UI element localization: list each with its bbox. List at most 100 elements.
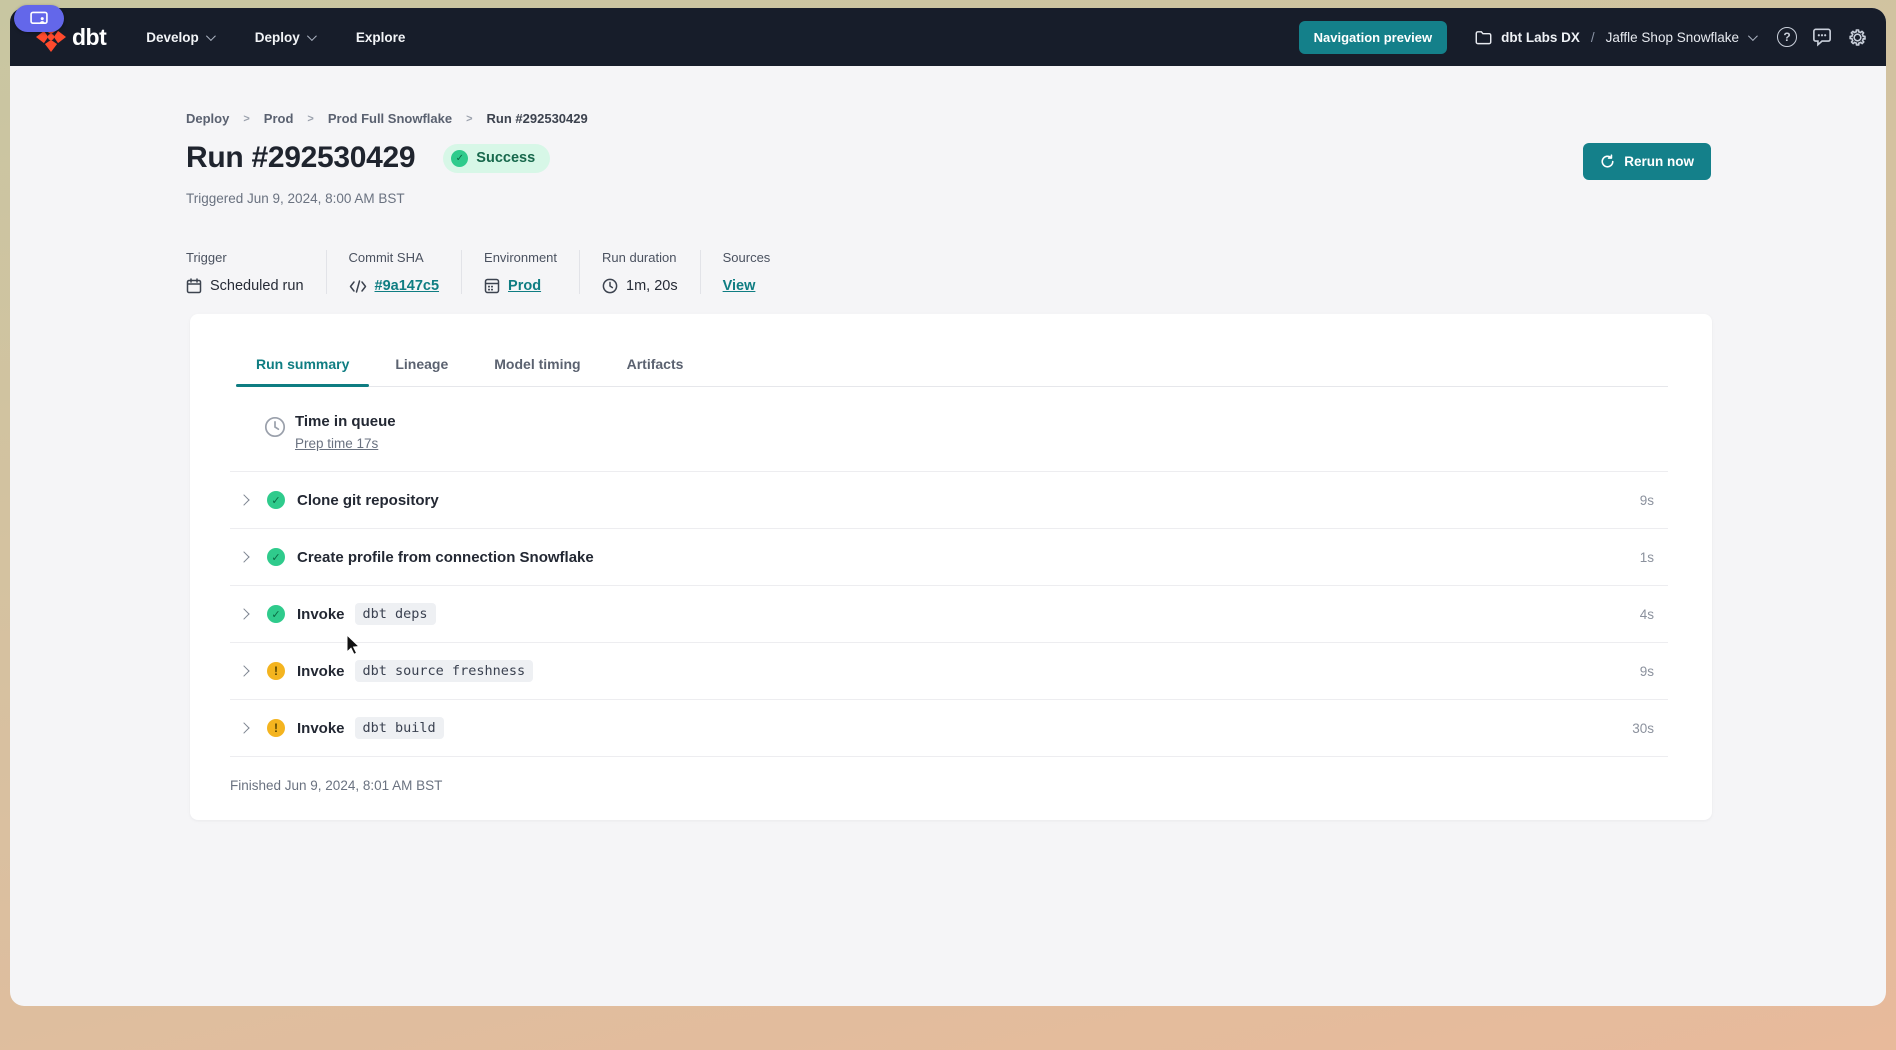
chevron-right-icon[interactable] bbox=[238, 608, 249, 619]
page-header: Deploy > Prod > Prod Full Snowflake > Run #292… bbox=[10, 66, 1886, 294]
meta-label: Run duration bbox=[602, 250, 678, 265]
breadcrumb-separator: > bbox=[307, 113, 313, 125]
breadcrumb-separator: > bbox=[466, 113, 472, 125]
step-duration: 9s bbox=[1640, 493, 1654, 508]
run-step-row: ✓Clone git repository9s bbox=[230, 472, 1668, 529]
rerun-now-button[interactable]: Rerun now bbox=[1583, 143, 1711, 180]
warning-status-icon: ! bbox=[267, 662, 285, 680]
meta-label: Sources bbox=[723, 250, 771, 265]
meta-label: Trigger bbox=[186, 250, 304, 265]
chevron-down-icon bbox=[1748, 31, 1758, 41]
chevron-down-icon bbox=[307, 31, 317, 41]
run-steps-list: ✓Clone git repository9s✓Create profile f… bbox=[230, 472, 1668, 757]
meta-label: Commit SHA bbox=[349, 250, 440, 265]
chevron-right-icon[interactable] bbox=[238, 494, 249, 505]
chevron-right-icon[interactable] bbox=[238, 551, 249, 562]
step-duration: 9s bbox=[1640, 664, 1654, 679]
run-step-row: ! Invoke dbt source freshness 9s bbox=[230, 643, 1668, 700]
meta-value: Prod bbox=[484, 278, 557, 294]
breadcrumb-item[interactable]: Deploy bbox=[186, 111, 229, 126]
project-name[interactable]: Jaffle Shop Snowflake bbox=[1606, 30, 1739, 45]
success-status-icon: ✓ bbox=[267, 491, 285, 509]
run-meta-row: Trigger Scheduled run Commit SHA #9a147c5 En… bbox=[186, 250, 1711, 294]
status-badge-label: Success bbox=[476, 150, 535, 166]
prep-time-link[interactable]: Prep time 17s bbox=[295, 436, 396, 451]
meta-text: 1m, 20s bbox=[626, 278, 678, 294]
breadcrumb-separator: > bbox=[243, 113, 249, 125]
nav-menu-label: Explore bbox=[356, 30, 406, 45]
page-title: Run #292530429 bbox=[186, 141, 415, 175]
step-label: Invoke bbox=[297, 663, 345, 680]
screen-share-icon bbox=[30, 11, 48, 26]
nav-menus: Develop Deploy Explore bbox=[146, 30, 405, 45]
nav-menu-develop[interactable]: Develop bbox=[146, 30, 213, 45]
meta-link[interactable]: Prod bbox=[508, 278, 541, 294]
account-project-switcher[interactable]: dbt Labs DX / Jaffle Shop Snowflake bbox=[1475, 30, 1755, 45]
chevron-right-icon[interactable] bbox=[238, 665, 249, 676]
tab-capture-indicator[interactable] bbox=[14, 5, 64, 32]
clock-icon bbox=[264, 416, 286, 438]
run-step-row: ✓Create profile from connection Snowflak… bbox=[230, 529, 1668, 586]
run-detail-card: Run summaryLineageModel timingArtifacts … bbox=[190, 314, 1712, 820]
warning-status-icon: ! bbox=[267, 719, 285, 737]
tab-bar: Run summaryLineageModel timingArtifacts bbox=[236, 314, 1668, 387]
folder-icon bbox=[1475, 30, 1492, 45]
topbar-icons: ? bbox=[1777, 27, 1868, 48]
nav-menu-label: Deploy bbox=[255, 30, 300, 45]
navigation-preview-button[interactable]: Navigation preview bbox=[1299, 21, 1447, 54]
meta-link[interactable]: #9a147c5 bbox=[375, 278, 440, 294]
nav-menu-explore[interactable]: Explore bbox=[356, 30, 406, 45]
meta-col-sources: Sources View bbox=[723, 250, 793, 294]
meta-col-commit-sha: Commit SHA #9a147c5 bbox=[349, 250, 463, 294]
breadcrumb-item[interactable]: Prod bbox=[264, 111, 294, 126]
database-icon bbox=[484, 278, 500, 294]
meta-col-trigger: Trigger Scheduled run bbox=[186, 250, 327, 294]
help-icon[interactable]: ? bbox=[1777, 27, 1797, 47]
step-command: dbt build bbox=[355, 717, 444, 739]
success-status-icon: ✓ bbox=[267, 605, 285, 623]
meta-value: Scheduled run bbox=[186, 278, 304, 294]
step-duration: 4s bbox=[1640, 607, 1654, 622]
meta-value: #9a147c5 bbox=[349, 278, 440, 294]
meta-col-run-duration: Run duration 1m, 20s bbox=[602, 250, 701, 294]
tab-run-summary[interactable]: Run summary bbox=[236, 346, 369, 386]
code-icon bbox=[349, 280, 367, 293]
run-step-row: !Invokedbt build30s bbox=[230, 700, 1668, 757]
finished-timestamp: Finished Jun 9, 2024, 8:01 AM BST bbox=[230, 757, 1668, 820]
rerun-icon bbox=[1600, 154, 1615, 169]
calendar-icon bbox=[186, 278, 202, 294]
breadcrumb-item[interactable]: Prod Full Snowflake bbox=[328, 111, 452, 126]
meta-link[interactable]: View bbox=[723, 278, 756, 294]
breadcrumb-item: Run #292530429 bbox=[487, 111, 588, 126]
run-step-row: ✓ Invoke dbt deps 4s bbox=[230, 586, 1668, 643]
chevron-right-icon[interactable] bbox=[238, 722, 249, 733]
nav-menu-label: Develop bbox=[146, 30, 199, 45]
meta-text: Scheduled run bbox=[210, 278, 304, 294]
page-body: Deploy > Prod > Prod Full Snowflake > Run #292… bbox=[10, 66, 1886, 1006]
time-in-queue-section: Time in queue Prep time 17s bbox=[230, 387, 1668, 472]
nav-menu-deploy[interactable]: Deploy bbox=[255, 30, 314, 45]
gear-icon[interactable] bbox=[1847, 27, 1868, 48]
meta-value: View bbox=[723, 278, 771, 294]
success-status-icon: ✓ bbox=[267, 548, 285, 566]
feedback-icon[interactable] bbox=[1812, 28, 1832, 47]
tab-lineage[interactable]: Lineage bbox=[375, 346, 468, 386]
account-project-separator: / bbox=[1591, 30, 1595, 45]
top-nav-bar: dbt DevelopDeployExplore Navigation prev… bbox=[10, 8, 1886, 66]
tab-artifacts[interactable]: Artifacts bbox=[607, 346, 704, 386]
meta-col-environment: Environment Prod bbox=[484, 250, 580, 294]
clock-icon bbox=[602, 278, 618, 294]
queue-title: Time in queue bbox=[295, 413, 396, 430]
step-command: dbt deps bbox=[355, 603, 436, 625]
step-duration: 1s bbox=[1640, 550, 1654, 565]
step-command: dbt source freshness bbox=[355, 660, 534, 682]
meta-label: Environment bbox=[484, 250, 557, 265]
step-label: Invoke bbox=[297, 606, 345, 623]
success-check-icon: ✓ bbox=[451, 150, 468, 167]
tab-model-timing[interactable]: Model timing bbox=[474, 346, 600, 386]
account-name[interactable]: dbt Labs DX bbox=[1501, 30, 1580, 45]
status-badge: ✓ Success bbox=[443, 144, 550, 173]
rerun-now-label: Rerun now bbox=[1624, 154, 1694, 169]
step-label: Invoke bbox=[297, 720, 345, 737]
breadcrumb: Deploy > Prod > Prod Full Snowflake > Run #292… bbox=[186, 111, 1711, 126]
